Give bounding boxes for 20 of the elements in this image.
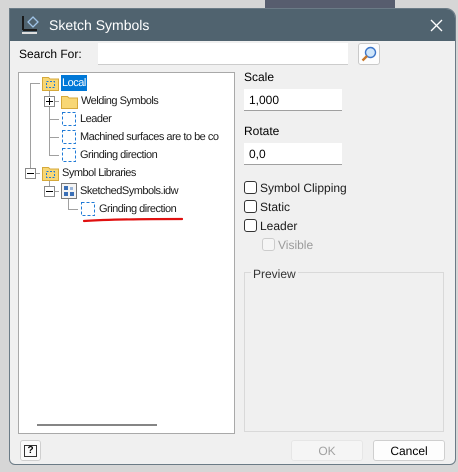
window-title: Sketch Symbols bbox=[49, 16, 150, 35]
rotate-field[interactable]: 0,0 bbox=[244, 143, 342, 165]
checkbox-label: Symbol Clipping bbox=[260, 180, 347, 196]
cancel-button[interactable]: Cancel bbox=[373, 440, 445, 461]
tree-item[interactable]: Grinding direction bbox=[79, 146, 158, 164]
tree-item[interactable]: Grinding direction bbox=[98, 200, 178, 218]
help-button[interactable]: ? bbox=[20, 440, 41, 461]
rotate-label: Rotate bbox=[244, 123, 280, 140]
tree-item[interactable]: Symbol Libraries bbox=[61, 164, 137, 182]
scale-field[interactable]: 1,000 bbox=[244, 89, 342, 111]
scale-label: Scale bbox=[244, 69, 276, 86]
tree-item[interactable]: SketchedSymbols.idw bbox=[79, 182, 180, 200]
tree-item[interactable]: Welding Symbols bbox=[80, 92, 160, 110]
tree-item[interactable]: Local bbox=[61, 74, 87, 92]
tree-item[interactable]: Leader bbox=[79, 110, 112, 128]
checkbox-label: Visible bbox=[278, 236, 314, 254]
tree-item[interactable]: Machined surfaces are to be co bbox=[79, 128, 220, 146]
checkbox-label: Leader bbox=[260, 218, 298, 234]
checkbox-label: Static bbox=[260, 198, 290, 216]
search-label: Search For: bbox=[19, 46, 83, 63]
